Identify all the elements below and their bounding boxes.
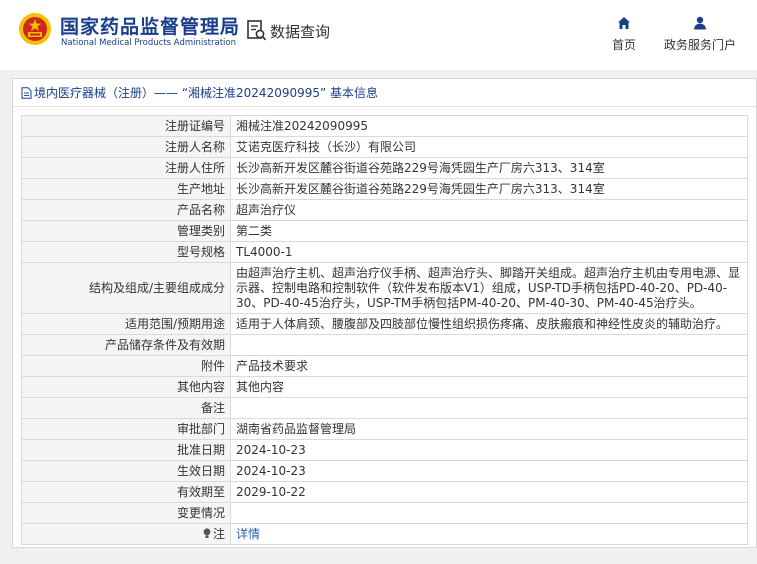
table-row: 附件 产品技术要求: [21, 355, 748, 377]
site-name-en: National Medical Products Administration: [61, 38, 236, 48]
field-value: 第二类: [230, 220, 748, 242]
field-value: 产品技术要求: [230, 355, 748, 377]
field-value: 2024-10-23: [230, 439, 748, 461]
field-label: 批准日期: [21, 439, 231, 461]
table-row: 注册人住所 长沙高新开发区麓谷街道谷苑路229号海凭园生产厂房六313、314室: [21, 157, 748, 179]
field-label: 变更情况: [21, 502, 231, 524]
table-row: 管理类别 第二类: [21, 220, 748, 242]
field-value: 由超声治疗主机、超声治疗仪手柄、超声治疗头、脚踏开关组成。超声治疗主机由专用电源…: [230, 262, 748, 314]
field-label: 附件: [21, 355, 231, 377]
table-row: 变更情况: [21, 502, 748, 524]
home-icon: [618, 17, 630, 29]
table-row: 备注: [21, 397, 748, 419]
table-row: 注册人名称 艾诺克医疗科技（长沙）有限公司: [21, 136, 748, 158]
detail-link[interactable]: 详情: [236, 527, 260, 541]
table-row: 生效日期 2024-10-23: [21, 460, 748, 482]
table-row: 有效期至 2029-10-22: [21, 481, 748, 503]
field-label: 型号规格: [21, 241, 231, 263]
field-label: 生产地址: [21, 178, 231, 200]
lightbulb-icon: [203, 528, 211, 538]
field-label: 注册人住所: [21, 157, 231, 179]
document-search-icon: [247, 20, 267, 41]
field-value: 长沙高新开发区麓谷街道谷苑路229号海凭园生产厂房六313、314室: [230, 157, 748, 179]
note-value-cell: 详情: [230, 523, 748, 545]
field-value: 其他内容: [230, 376, 748, 398]
document-icon: [21, 86, 32, 99]
table-row: 批准日期 2024-10-23: [21, 439, 748, 461]
national-emblem-icon: [19, 13, 51, 45]
field-label: 生效日期: [21, 460, 231, 482]
note-label-cell: 注: [21, 523, 231, 545]
table-row: 结构及组成/主要组成成分 由超声治疗主机、超声治疗仪手柄、超声治疗头、脚踏开关组成…: [21, 262, 748, 314]
field-value: 2024-10-23: [230, 460, 748, 482]
field-label: 备注: [21, 397, 231, 419]
panel-title: 境内医疗器械（注册）—— “湘械注准20242090995” 基本信息: [13, 79, 756, 107]
field-value: [230, 502, 748, 524]
table-row: 生产地址 长沙高新开发区麓谷街道谷苑路229号海凭园生产厂房六313、314室: [21, 178, 748, 200]
field-value: 适用于人体肩颈、腰腹部及四肢部位慢性组织损伤疼痛、皮肤瘢痕和神经性皮炎的辅助治疗…: [230, 313, 748, 335]
field-value: 超声治疗仪: [230, 199, 748, 221]
field-value: [230, 397, 748, 419]
table-row: 产品名称 超声治疗仪: [21, 199, 748, 221]
data-query-link[interactable]: 数据查询: [247, 20, 330, 42]
field-label: 审批部门: [21, 418, 231, 440]
field-label: 注册人名称: [21, 136, 231, 158]
field-label: 注册证编号: [21, 115, 231, 137]
detail-panel: 境内医疗器械（注册）—— “湘械注准20242090995” 基本信息 注册证编…: [12, 78, 757, 548]
field-label: 产品储存条件及有效期: [21, 334, 231, 356]
field-value: [230, 334, 748, 356]
table-row: 注册证编号 湘械注准20242090995: [21, 115, 748, 137]
nav-home[interactable]: 首页: [606, 16, 642, 53]
device-info-table: 注册证编号 湘械注准20242090995 注册人名称 艾诺克医疗科技（长沙）有限公司…: [21, 115, 748, 545]
site-name[interactable]: 国家药品监督管理局: [60, 12, 240, 39]
table-row: 其他内容 其他内容: [21, 376, 748, 398]
field-label: 产品名称: [21, 199, 231, 221]
nav-home-label: 首页: [611, 38, 636, 52]
field-value: 湘械注准20242090995: [230, 115, 748, 137]
table-row: 产品储存条件及有效期: [21, 334, 748, 356]
nav-portal-label: 政务服务门户: [663, 38, 736, 52]
field-label: 有效期至: [21, 481, 231, 503]
panel-title-text: 境内医疗器械（注册）—— “湘械注准20242090995” 基本信息: [34, 86, 379, 100]
table-row: 适用范围/预期用途 适用于人体肩颈、腰腹部及四肢部位慢性组织损伤疼痛、皮肤瘢痕和神…: [21, 313, 748, 335]
site-header: 国家药品监督管理局 National Medical Products Admi…: [0, 0, 757, 70]
field-label: 其他内容: [21, 376, 231, 398]
field-label: 结构及组成/主要组成成分: [21, 262, 231, 314]
note-label: 注: [212, 527, 225, 541]
data-query-label: 数据查询: [270, 22, 331, 41]
nav-service-portal[interactable]: 政务服务门户: [660, 16, 740, 53]
user-icon: [694, 16, 706, 30]
field-label: 管理类别: [21, 220, 231, 242]
field-label: 适用范围/预期用途: [21, 313, 231, 335]
field-value: TL4000-1: [230, 241, 748, 263]
table-row: 型号规格 TL4000-1: [21, 241, 748, 263]
field-value: 长沙高新开发区麓谷街道谷苑路229号海凭园生产厂房六313、314室: [230, 178, 748, 200]
table-row: 审批部门 湖南省药品监督管理局: [21, 418, 748, 440]
table-row-note: 注详情: [21, 523, 748, 545]
field-value: 湖南省药品监督管理局: [230, 418, 748, 440]
field-value: 2029-10-22: [230, 481, 748, 503]
field-value: 艾诺克医疗科技（长沙）有限公司: [230, 136, 748, 158]
